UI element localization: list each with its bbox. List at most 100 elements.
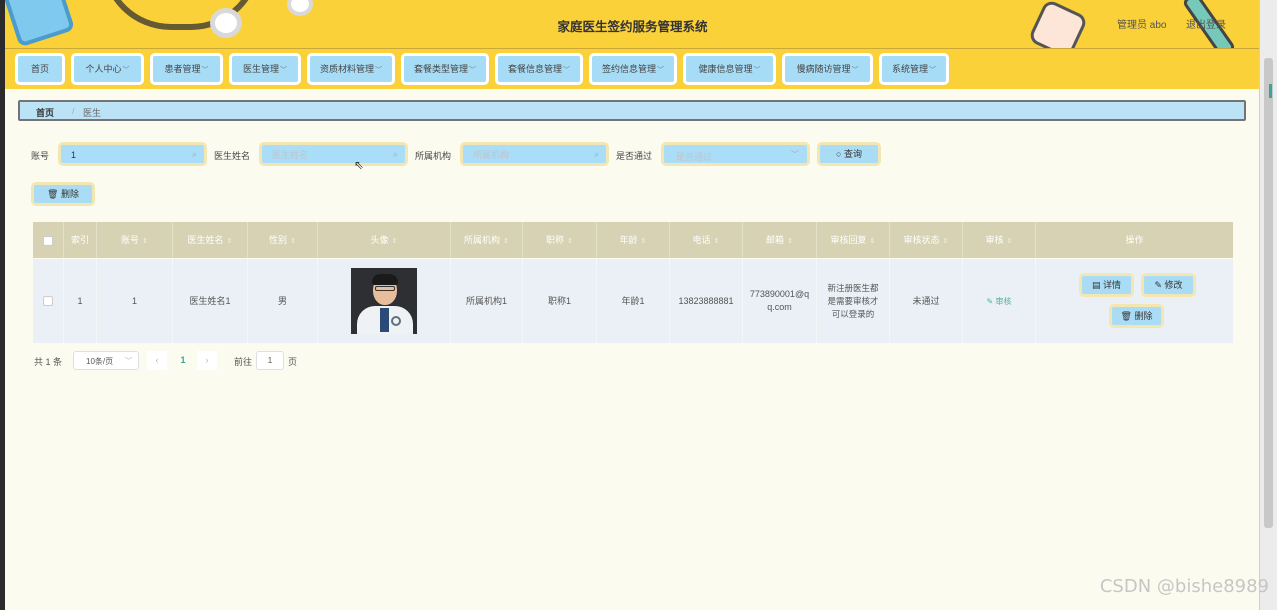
- chevron-down-icon: ﹀: [791, 150, 799, 159]
- sort-icon[interactable]: ⇕: [1007, 238, 1013, 245]
- column-header[interactable]: 头像 ⇕: [318, 222, 451, 258]
- doctor-name-field[interactable]: ⌕: [259, 142, 408, 166]
- breadcrumb-separator: /: [72, 106, 75, 116]
- detail-button[interactable]: ▤ 详情: [1079, 273, 1134, 297]
- page-size-select[interactable]: 10条/页 ﹀: [73, 351, 139, 370]
- select-all-cell[interactable]: [33, 222, 64, 258]
- audit-link[interactable]: ✎ 审核: [987, 295, 1012, 308]
- column-header[interactable]: 性别 ⇕: [248, 222, 318, 258]
- top-nav: 首页 个人中心﹀ 患者管理﹀ 医生管理﹀ 资质材料管理﹀ 套餐类型管理﹀ 套餐信…: [5, 48, 1260, 89]
- cell-audit-reply: 新注册医生都是需要审核才可以登录的: [817, 259, 890, 343]
- table-row: 1 1 医生姓名1 男 所属机构1 职称1 年龄1 13823888881 77…: [33, 259, 1233, 343]
- column-header[interactable]: 年龄 ⇕: [597, 222, 670, 258]
- prev-page-button[interactable]: ‹: [147, 351, 167, 370]
- chevron-down-icon: ﹀: [753, 67, 761, 74]
- column-header[interactable]: 医生姓名 ⇕: [173, 222, 248, 258]
- column-header: 操作: [1125, 235, 1144, 245]
- doctor-name-input[interactable]: [272, 148, 382, 162]
- column-header[interactable]: 审核回复 ⇕: [817, 222, 890, 258]
- sort-icon[interactable]: ⇕: [227, 238, 233, 245]
- row-checkbox[interactable]: [43, 296, 53, 306]
- sort-icon[interactable]: ⇕: [714, 238, 720, 245]
- cell-account: 1: [97, 259, 173, 343]
- column-header: 索引: [64, 222, 97, 258]
- column-header[interactable]: 账号 ⇕: [97, 222, 173, 258]
- chevron-down-icon: ﹀: [122, 67, 130, 74]
- doctor-avatar-photo[interactable]: [351, 268, 417, 334]
- sort-icon[interactable]: ⇕: [503, 238, 509, 245]
- passed-select-placeholder: 是否通过: [676, 152, 713, 162]
- page-unit-label: 页: [288, 357, 298, 367]
- search-icon: ⌕: [392, 149, 398, 159]
- account-field[interactable]: ⌕: [58, 142, 207, 166]
- sort-icon[interactable]: ⇕: [290, 238, 296, 245]
- nav-item-contract-info-mgmt[interactable]: 签约信息管理﹀: [589, 53, 677, 85]
- chevron-down-icon: ﹀: [280, 67, 287, 74]
- sort-icon[interactable]: ⇕: [641, 238, 647, 245]
- delete-button[interactable]: 🗑 删除: [1109, 304, 1164, 328]
- document-icon: ▤: [1091, 280, 1103, 290]
- cell-institution: 所属机构1: [451, 259, 523, 343]
- column-header[interactable]: 邮箱 ⇕: [743, 222, 817, 258]
- app-root: 家庭医生签约服务管理系统 管理员 abo 退出登录 首页 个人中心﹀ 患者管理﹀…: [5, 0, 1260, 610]
- column-header[interactable]: 电话 ⇕: [670, 222, 743, 258]
- nav-item-personal-center[interactable]: 个人中心﹀: [71, 53, 144, 85]
- edit-button[interactable]: ✎ 修改: [1141, 273, 1196, 297]
- column-header[interactable]: 所属机构 ⇕: [451, 222, 523, 258]
- nav-item-patient-mgmt[interactable]: 患者管理﹀: [150, 53, 223, 85]
- page-number-current[interactable]: 1: [173, 351, 193, 370]
- next-page-button[interactable]: ›: [197, 351, 217, 370]
- account-label: 账号: [31, 151, 50, 161]
- logout-link[interactable]: 退出登录: [1186, 16, 1226, 31]
- account-input[interactable]: [71, 148, 181, 162]
- search-icon: ⌕: [593, 149, 599, 159]
- breadcrumb-home[interactable]: 首页: [36, 106, 54, 119]
- select-all-checkbox[interactable]: [43, 235, 53, 246]
- chevron-down-icon: ﹀: [851, 67, 859, 74]
- column-header[interactable]: 审核 ⇕: [963, 222, 1036, 258]
- column-header[interactable]: 审核状态 ⇕: [890, 222, 963, 258]
- cell-phone: 13823888881: [670, 259, 743, 343]
- sort-icon[interactable]: ⇕: [787, 238, 793, 245]
- nav-item-chronic-followup-mgmt[interactable]: 慢病随访管理﹀: [782, 53, 873, 85]
- header-banner: 家庭医生签约服务管理系统 管理员 abo 退出登录: [5, 0, 1260, 48]
- nav-item-package-type-mgmt[interactable]: 套餐类型管理﹀: [401, 53, 489, 85]
- chevron-down-icon: ﹀: [375, 67, 382, 74]
- nav-item-package-info-mgmt[interactable]: 套餐信息管理﹀: [495, 53, 583, 85]
- batch-delete-button[interactable]: 🗑 删除: [31, 182, 95, 206]
- cell-age: 年龄1: [597, 259, 670, 343]
- nav-item-doctor-mgmt[interactable]: 医生管理﹀: [229, 53, 301, 85]
- trash-icon: 🗑: [1120, 311, 1135, 321]
- sort-icon[interactable]: ⇕: [392, 238, 398, 245]
- nav-item-qualification-mgmt[interactable]: 资质材料管理﹀: [307, 53, 395, 85]
- watermark: CSDN @bishe8989: [1099, 576, 1269, 597]
- column-header[interactable]: 职称 ⇕: [523, 222, 597, 258]
- passed-select[interactable]: 是否通过 ﹀: [661, 142, 810, 166]
- mouse-cursor-icon: ⇖: [354, 158, 365, 172]
- admin-user-label: 管理员 abo: [1117, 20, 1167, 31]
- trash-icon: 🗑: [47, 189, 59, 199]
- search-button[interactable]: ○ 查询: [817, 142, 881, 166]
- sort-icon[interactable]: ⇕: [142, 238, 148, 245]
- sort-icon[interactable]: ⇕: [567, 238, 573, 245]
- search-icon: ⌕: [191, 149, 197, 159]
- stethoscope-earpiece-illustration: [287, 0, 313, 16]
- institution-field[interactable]: ⌕: [460, 142, 609, 166]
- scrollbar-thumb[interactable]: [1264, 58, 1273, 528]
- cell-audit-status: 未通过: [890, 259, 963, 343]
- table-header: 索引 账号 ⇕ 医生姓名 ⇕ 性别 ⇕ 头像 ⇕ 所属机构 ⇕ 职称 ⇕ 年龄 ⇕ 电话 ⇕ 邮…: [33, 222, 1233, 258]
- cell-audit: ✎ 审核: [963, 259, 1036, 343]
- goto-page-input[interactable]: 1: [256, 351, 284, 370]
- sort-icon[interactable]: ⇕: [943, 238, 949, 245]
- chevron-down-icon: ﹀: [563, 67, 570, 74]
- edit-icon: ✎: [1154, 280, 1165, 290]
- goto-label: 前往: [234, 357, 253, 367]
- nav-item-home[interactable]: 首页: [15, 53, 65, 85]
- row-select-cell[interactable]: [33, 259, 64, 343]
- sort-icon[interactable]: ⇕: [870, 238, 876, 245]
- nav-item-system-mgmt[interactable]: 系统管理﹀: [879, 53, 949, 85]
- institution-input[interactable]: [473, 148, 583, 162]
- nav-item-health-info-mgmt[interactable]: 健康信息管理﹀: [683, 53, 776, 85]
- window-scrollbar[interactable]: [1259, 0, 1277, 610]
- chevron-left-icon: ‹: [155, 355, 159, 365]
